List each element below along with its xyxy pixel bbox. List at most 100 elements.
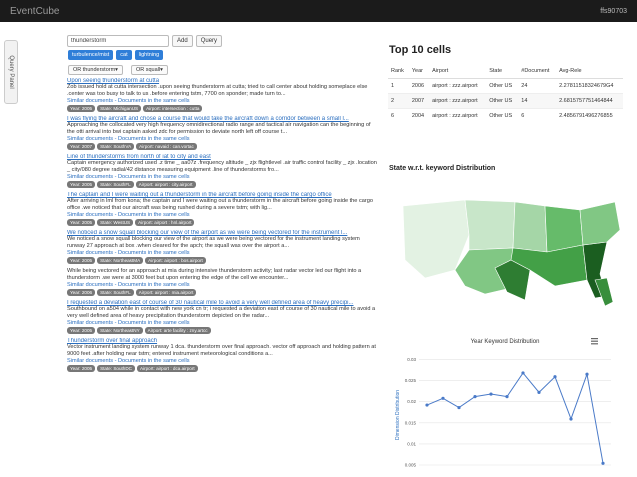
table-row[interactable]: 6 2004 airport : zzz.airport Other US 6 2.485…	[388, 108, 623, 123]
result-item: While being vectored for an approach at …	[67, 268, 377, 296]
chart-title: Year Keyword Distribution	[471, 339, 540, 345]
result-tag[interactable]: Airport: airport : mia.airport	[135, 289, 197, 296]
filter-dropdown[interactable]: OR squall▾	[130, 65, 168, 75]
keyword-chip[interactable]: lightning	[134, 50, 164, 60]
add-button[interactable]: Add	[172, 35, 193, 47]
search-input[interactable]	[67, 35, 169, 47]
result-tag[interactable]: State: NortheastMA	[97, 257, 144, 264]
result-tag[interactable]: State: SouthFL	[97, 289, 134, 296]
user-menu[interactable]: ffs90703	[600, 8, 627, 15]
result-tag[interactable]: Airport: navaid : can.vortac	[136, 143, 197, 150]
table-cell: 1	[388, 78, 409, 94]
keyword-chip[interactable]: turbulence/mist	[68, 50, 114, 60]
table-cell: 2.4856791496276855	[556, 108, 623, 123]
table-cell: Other US	[486, 78, 519, 94]
table-cell: 6	[518, 108, 557, 123]
data-point[interactable]	[601, 461, 605, 465]
result-item: I was flying the aircraft and chose a co…	[67, 116, 377, 150]
data-point[interactable]	[473, 395, 477, 399]
result-tag[interactable]: Year: 2006	[67, 289, 96, 296]
result-tag[interactable]: Airport: airport : hnl.airport	[135, 219, 195, 226]
data-point[interactable]	[521, 371, 525, 375]
result-tag[interactable]: Airport: airport : city.airport	[135, 181, 196, 188]
result-tag[interactable]: Airport: intersection : cutta	[143, 105, 203, 112]
column-header[interactable]: State	[486, 64, 519, 79]
column-header[interactable]: Airport	[429, 64, 487, 79]
result-tag[interactable]: Year: 2005	[67, 257, 96, 264]
result-tag[interactable]: State: MichiganUS	[97, 105, 142, 112]
map-title: State w.r.t. keyword Distribution	[389, 165, 496, 172]
result-tag[interactable]: Year: 2005	[67, 181, 96, 188]
map-region-plains[interactable]	[512, 201, 548, 253]
result-snippet: Captain emergency authorized used .z tim…	[67, 160, 377, 173]
data-point[interactable]	[457, 405, 461, 410]
result-snippet: Vector instrument landing system runway …	[67, 344, 376, 357]
similar-docs-link[interactable]: Similar documents - Documents in the sam…	[67, 358, 377, 364]
data-point[interactable]	[489, 392, 493, 396]
result-tag[interactable]: State: SouthVA	[97, 143, 135, 150]
similar-docs-link[interactable]: Similar documents - Documents in the sam…	[67, 282, 377, 288]
column-header[interactable]: Rank	[388, 64, 409, 79]
top10-title: Top 10 cells	[389, 44, 452, 56]
data-point[interactable]	[569, 417, 573, 421]
keyword-chip[interactable]: cat	[116, 50, 132, 60]
query-panel-tab[interactable]: Query Panel	[4, 40, 18, 104]
result-tag[interactable]: Year: 2007	[67, 143, 96, 150]
filter-dropdown[interactable]: OR thunderstorm▾	[68, 65, 123, 75]
result-tag[interactable]: Airport: airport : bos.airport	[145, 257, 206, 264]
similar-docs-link[interactable]: Similar documents - Documents in the sam…	[67, 136, 377, 142]
table-row[interactable]: 2 2007 airport : zzz.airport Other US 14 2.68…	[388, 93, 623, 109]
data-point[interactable]	[537, 390, 541, 394]
result-tag[interactable]: Year: 2005	[67, 365, 96, 372]
column-header[interactable]: #Document	[518, 64, 557, 79]
result-item: The captain and I were waiting out a thu…	[67, 192, 377, 226]
line-chart-svg: Year Keyword Distribution Dimension Dist…	[395, 338, 611, 468]
result-tag[interactable]: Year: 2005	[67, 105, 96, 112]
result-tag[interactable]: Year: 2005	[67, 219, 96, 226]
query-button[interactable]: Query	[195, 35, 223, 47]
result-tag[interactable]: State: SouthDC	[97, 365, 135, 372]
table-row[interactable]: 1 2006 airport : zzz.airport Other US 24 2.27…	[388, 78, 623, 94]
data-point[interactable]	[585, 372, 589, 376]
map-region-midwest[interactable]	[544, 205, 584, 253]
result-tags: Year: 2005 State: NortheastMA Airport: air…	[67, 257, 377, 264]
result-tag[interactable]: State: SouthFL	[97, 181, 134, 188]
top10-table: Rank Year Airport State #Document Avg-Rele 12…	[388, 64, 623, 123]
column-header[interactable]: Avg-Rele	[556, 64, 623, 79]
table-cell: Other US	[486, 108, 519, 123]
table-cell: 2007	[408, 93, 430, 109]
data-point[interactable]	[505, 395, 509, 399]
similar-docs-link[interactable]: Similar documents - Documents in the sam…	[67, 212, 377, 218]
data-point[interactable]	[425, 403, 429, 407]
result-tag[interactable]: Year: 2005	[67, 327, 96, 334]
map-region-northeast[interactable]	[579, 201, 621, 246]
y-tick-label: 0.03	[407, 357, 416, 362]
keyword-chips: turbulence/mist cat lightning	[68, 50, 164, 60]
table-cell: 24	[518, 78, 557, 94]
result-tag[interactable]: State: NortheastNY	[97, 327, 143, 334]
similar-docs-link[interactable]: Similar documents - Documents in the sam…	[67, 250, 377, 256]
result-tag[interactable]: State: WestUS	[97, 219, 134, 226]
result-tags: Year: 2005 State: WestUS Airport: airport …	[67, 219, 377, 226]
table-header-row: Rank Year Airport State #Document Avg-Rele	[388, 64, 623, 79]
result-tag[interactable]: Airport: arte facility : zny.artcc	[144, 327, 211, 334]
similar-docs-link[interactable]: Similar documents - Documents in the sam…	[67, 320, 377, 326]
result-tags: Year: 2005 State: SouthFL Airport: airport…	[67, 181, 377, 188]
result-item: I requested a deviation east of course o…	[67, 300, 377, 334]
column-header[interactable]: Year	[408, 64, 430, 79]
similar-docs-link[interactable]: Similar documents - Documents in the sam…	[67, 174, 377, 180]
y-tick-label: 0.025	[405, 378, 417, 383]
query-panel-label: Query Panel	[8, 55, 14, 89]
year-keyword-chart: Year Keyword Distribution Dimension Dist…	[389, 335, 621, 473]
data-point[interactable]	[553, 375, 557, 379]
data-point[interactable]	[441, 396, 445, 400]
similar-docs-link[interactable]: Similar documents - Documents in the sam…	[67, 98, 377, 104]
result-tag[interactable]: Airport: airport : dca.airport	[136, 365, 198, 372]
y-tick-label: 0.02	[407, 399, 416, 404]
map-region-mountain[interactable]	[464, 199, 516, 251]
us-state-map	[402, 199, 621, 307]
chart-menu-icon[interactable]	[591, 338, 598, 345]
app-brand[interactable]: EventCube	[10, 6, 59, 17]
result-item: Thunderstorm over final approach Vector i…	[67, 338, 377, 372]
table-cell: Other US	[486, 93, 519, 109]
